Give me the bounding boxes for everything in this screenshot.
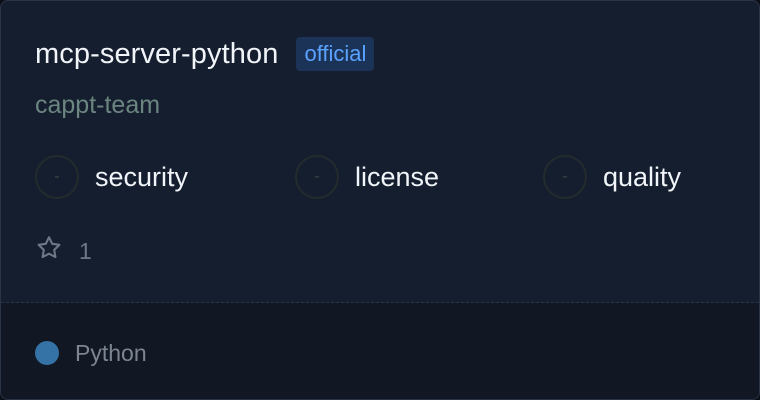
quality-score-circle: - <box>543 155 587 199</box>
metric-security: - security <box>35 155 188 199</box>
language-indicator: Python <box>35 339 147 367</box>
language-color-dot <box>35 341 59 365</box>
license-score-circle: - <box>295 155 339 199</box>
official-badge: official <box>296 37 375 71</box>
star-count-group[interactable]: 1 <box>35 234 92 267</box>
language-label: Python <box>75 340 147 366</box>
metric-license: - license <box>295 155 439 199</box>
repo-card[interactable]: mcp-server-python official cappt-team - … <box>0 0 760 400</box>
title-row: mcp-server-python official <box>35 35 375 73</box>
card-header: mcp-server-python official cappt-team - … <box>1 1 759 302</box>
security-score-circle: - <box>35 155 79 199</box>
metric-label: quality <box>603 162 682 192</box>
metric-quality: - quality <box>543 155 681 199</box>
metric-label: security <box>95 162 189 192</box>
repo-owner[interactable]: cappt-team <box>35 89 160 121</box>
star-count: 1 <box>79 237 92 264</box>
star-outline-icon <box>35 234 63 267</box>
repo-name[interactable]: mcp-server-python <box>35 35 278 73</box>
metric-label: license <box>355 162 440 192</box>
card-footer: Python <box>1 303 759 399</box>
